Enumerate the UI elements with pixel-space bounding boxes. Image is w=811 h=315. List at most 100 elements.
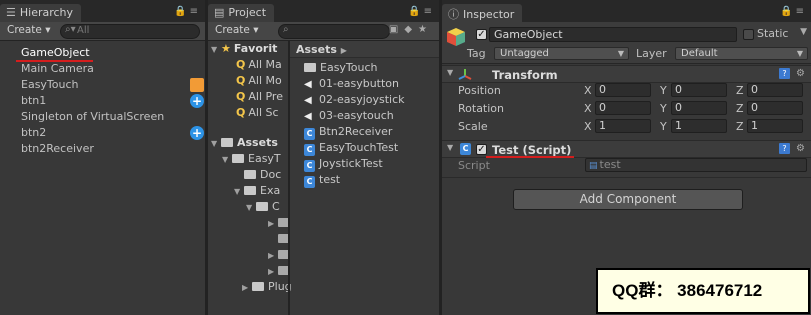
hierarchy-item-btn1[interactable]: btn1 +	[0, 93, 205, 109]
axis-x-label: X	[584, 120, 592, 133]
scale-z-field[interactable]: 1	[747, 119, 803, 133]
folder-tab-icon: ▤	[214, 6, 225, 19]
search-icon: Q	[236, 90, 246, 103]
breadcrumb[interactable]: Assets ▶	[290, 41, 439, 58]
script-icon: C	[304, 160, 315, 172]
panel-menu-icon[interactable]: 🔒≡	[780, 6, 807, 17]
search-input[interactable]: ⌕	[278, 24, 390, 39]
search-icon: Q	[236, 58, 246, 71]
expand-arrow-icon: ▶	[268, 267, 275, 276]
axis-y-label: Y	[660, 120, 667, 133]
component-settings[interactable]: ? ⚙	[779, 143, 805, 154]
gear-icon: ⚙	[796, 68, 805, 79]
tag-label: Tag	[467, 47, 486, 60]
divider	[442, 177, 811, 178]
hierarchy-item-singleton[interactable]: Singleton of VirtualScreen	[0, 109, 205, 125]
hierarchy-item-easytouch[interactable]: EasyTouch	[0, 77, 205, 93]
transform-header[interactable]: ▼ Transform ? ⚙	[442, 65, 811, 83]
hierarchy-item-main-camera[interactable]: Main Camera	[0, 61, 205, 77]
panel-menu-icon[interactable]: 🔒≡	[408, 6, 435, 17]
script-icon: C	[304, 176, 315, 188]
gizmo-icon	[190, 78, 204, 92]
search-icon: ⌕▾	[65, 24, 76, 35]
static-dropdown-arrow-icon[interactable]: ▼	[800, 27, 807, 37]
asset-item[interactable]: ◀ 03-easytouch	[290, 108, 439, 124]
asset-item[interactable]: C EasyTouchTest	[290, 140, 439, 156]
tree-item[interactable]: ▶	[208, 263, 290, 279]
tab-inspector[interactable]: ⓘ Inspector	[442, 4, 523, 22]
rotation-x-field[interactable]: 0	[595, 101, 651, 115]
folder-icon	[244, 186, 256, 195]
add-component-button[interactable]: Add Component	[513, 189, 743, 210]
chevron-down-icon: ▼	[796, 49, 803, 58]
create-button[interactable]: Create ▾	[211, 24, 263, 39]
search-icon: ⌕	[283, 24, 289, 35]
asset-item[interactable]: C JoystickTest	[290, 156, 439, 172]
hierarchy-item-btn2receiver[interactable]: btn2Receiver	[0, 141, 205, 157]
asset-item[interactable]: ◀ 01-easybutton	[290, 76, 439, 92]
favorite-item[interactable]: Q All Mo	[208, 73, 288, 89]
create-button[interactable]: Create ▾	[3, 24, 55, 39]
script-component-header[interactable]: ▼ C ✓ Test (Script) ? ⚙	[442, 140, 811, 158]
scene-icon: ◀	[304, 111, 312, 122]
favorite-item[interactable]: Q All Ma	[208, 57, 288, 73]
tree-item[interactable]: Doc	[208, 167, 288, 183]
tree-item[interactable]: ▶	[208, 247, 290, 263]
assets-tree-root[interactable]: ▼ Assets	[208, 135, 288, 151]
gameobject-cube-icon	[447, 28, 465, 46]
expand-arrow-icon: ▶	[268, 251, 275, 260]
panel-menu-icon[interactable]: 🔒≡	[174, 6, 201, 17]
rotation-z-field[interactable]: 0	[747, 101, 803, 115]
project-toolbar: Create ▾ ⌕ ▣◆★	[208, 22, 439, 41]
script-enabled-checkbox[interactable]: ✓	[476, 144, 487, 155]
tree-item[interactable]: ▶	[208, 215, 290, 231]
tree-item[interactable]: ▼ EasyT	[208, 151, 288, 167]
expand-arrow-icon: ▼	[234, 187, 241, 196]
scene-icon: ◀	[304, 95, 312, 106]
asset-item[interactable]: EasyTouch	[290, 60, 439, 76]
script-reference-field: ▤ test	[585, 158, 807, 172]
axis-x-label: X	[584, 102, 592, 115]
script-file-icon: ▤	[589, 161, 598, 171]
tab-project[interactable]: ▤ Project	[208, 4, 275, 22]
script-component-title: Test (Script)	[492, 143, 572, 157]
asset-item[interactable]: C Btn2Receiver	[290, 124, 439, 140]
tree-item[interactable]: ▼ C	[208, 199, 288, 215]
asset-item[interactable]: Ctest	[290, 172, 439, 188]
component-settings[interactable]: ? ⚙	[779, 68, 805, 79]
folder-icon	[232, 154, 244, 163]
position-x-field[interactable]: 0	[595, 83, 651, 97]
position-y-field[interactable]: 0	[671, 83, 727, 97]
folder-icon	[304, 63, 316, 72]
project-panel: ▤ Project 🔒≡ Create ▾ ⌕ ▣◆★ ▼ ★ Favorit Q Al…	[208, 0, 439, 315]
active-checkbox[interactable]: ✓	[476, 29, 487, 40]
favorites-header[interactable]: ▼ ★ Favorit	[208, 41, 288, 57]
static-checkbox[interactable]	[743, 29, 754, 40]
expand-arrow-icon: ▼	[222, 155, 229, 164]
scale-y-field[interactable]: 1	[671, 119, 727, 133]
search-input[interactable]: ⌕▾ All	[60, 24, 200, 39]
scale-x-field[interactable]: 1	[595, 119, 651, 133]
layer-dropdown[interactable]: Default ▼	[675, 47, 808, 60]
asset-item[interactable]: ◀ 02-easyjoystick	[290, 92, 439, 108]
tree-item[interactable]: ▼ Exa	[208, 183, 288, 199]
rotation-y-field[interactable]: 0	[671, 101, 727, 115]
position-z-field[interactable]: 0	[747, 83, 803, 97]
star-icon: ★	[221, 42, 231, 55]
position-label: Position	[458, 84, 501, 97]
layer-label: Layer	[636, 47, 667, 60]
favorite-item[interactable]: Q All Sc	[208, 105, 288, 121]
tab-hierarchy[interactable]: ☰ Hierarchy	[0, 4, 82, 22]
tag-dropdown[interactable]: Untagged ▼	[494, 47, 629, 60]
folder-icon	[256, 202, 268, 211]
chevron-down-icon: ▼	[617, 49, 624, 58]
hierarchy-item-gameobject[interactable]: GameObject	[0, 45, 205, 62]
tree-item[interactable]: ▶ Plug	[208, 279, 292, 295]
help-book-icon: ?	[779, 68, 791, 79]
hierarchy-item-btn2[interactable]: btn2 +	[0, 125, 205, 141]
favorite-item[interactable]: Q All Pre	[208, 89, 288, 105]
object-name-field[interactable]: GameObject	[489, 27, 737, 42]
filter-icons[interactable]: ▣◆★	[389, 24, 433, 35]
gameobject-header: ✓ GameObject Static ▼ Tag Untagged ▼ Laye…	[442, 22, 811, 64]
tree-item[interactable]	[208, 231, 290, 247]
